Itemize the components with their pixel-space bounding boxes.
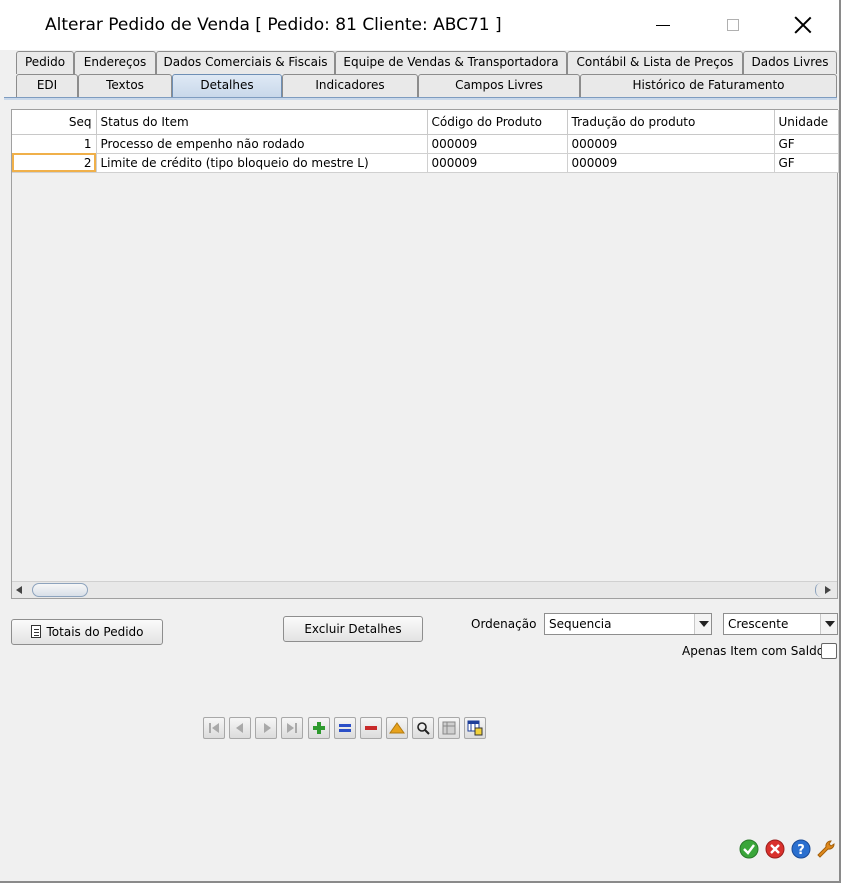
- cell-codigo[interactable]: 000009: [427, 153, 568, 173]
- filter-record-button[interactable]: [386, 717, 408, 739]
- ordenacao-value: Sequencia: [549, 617, 612, 631]
- tab-contabil[interactable]: Contábil & Lista de Preços: [567, 51, 743, 74]
- svg-text:?: ?: [797, 843, 805, 858]
- tab-dados-livres[interactable]: Dados Livres: [743, 51, 837, 74]
- triangle-up-icon: [389, 722, 405, 734]
- first-arrow-icon: [212, 723, 219, 733]
- column-header-traducao[interactable]: Tradução do produto: [567, 110, 775, 135]
- tab-dados-comerciais[interactable]: Dados Comerciais & Fiscais: [156, 51, 335, 74]
- chevron-down-icon[interactable]: [694, 614, 711, 634]
- cell-status[interactable]: Limite de crédito (tipo bloqueio do mest…: [96, 153, 428, 173]
- table-header-row: Seq Status do Item Código do Produto Tra…: [12, 110, 839, 135]
- scroll-thumb[interactable]: [32, 583, 88, 597]
- maximize-button[interactable]: [710, 8, 756, 42]
- tab-textos[interactable]: Textos: [78, 74, 172, 97]
- grid-icon: [442, 721, 456, 735]
- table-row[interactable]: 2 Limite de crédito (tipo bloqueio do me…: [12, 153, 839, 173]
- cell-unidade[interactable]: GF: [774, 134, 839, 154]
- cell-seq[interactable]: 1: [12, 134, 97, 154]
- cell-status[interactable]: Processo de empenho não rodado: [96, 134, 428, 154]
- close-button[interactable]: [780, 8, 826, 42]
- last-arrow-icon: [287, 723, 294, 733]
- cell-traducao[interactable]: 000009: [567, 134, 775, 154]
- minimize-icon: [656, 24, 670, 26]
- plus-icon: [313, 722, 325, 734]
- previous-icon: [236, 723, 243, 733]
- add-record-button[interactable]: [308, 717, 330, 739]
- equal-icon: [339, 724, 351, 732]
- wrench-icon[interactable]: [816, 839, 836, 859]
- next-record-button[interactable]: [255, 717, 277, 739]
- column-header-unidade[interactable]: Unidade: [774, 110, 839, 135]
- cell-seq[interactable]: 2: [12, 153, 97, 173]
- details-grid[interactable]: Seq Status do Item Código do Produto Tra…: [11, 109, 839, 599]
- tab-strip: Pedido Endereços Dados Comerciais & Fisc…: [0, 50, 839, 100]
- tab-divider: [4, 97, 837, 100]
- tab-campos-livres[interactable]: Campos Livres: [418, 74, 580, 97]
- scroll-thumb-end: [815, 583, 821, 597]
- scroll-left-icon[interactable]: [16, 586, 22, 594]
- maximize-icon: [727, 19, 739, 31]
- first-record-button[interactable]: [203, 717, 225, 739]
- search-record-button[interactable]: [412, 717, 434, 739]
- direcao-select[interactable]: Crescente: [723, 613, 838, 635]
- column-header-seq[interactable]: Seq: [12, 110, 97, 135]
- totais-pedido-button[interactable]: Totais do Pedido: [11, 619, 163, 645]
- first-icon: [209, 723, 211, 733]
- help-icon[interactable]: ?: [791, 839, 811, 859]
- column-header-codigo[interactable]: Código do Produto: [427, 110, 568, 135]
- ordenacao-select[interactable]: Sequencia: [544, 613, 712, 635]
- horizontal-scrollbar[interactable]: [12, 581, 837, 598]
- close-icon: [794, 16, 812, 34]
- edit-record-button[interactable]: [334, 717, 356, 739]
- tab-enderecos[interactable]: Endereços: [74, 51, 156, 74]
- totais-pedido-label: Totais do Pedido: [46, 625, 144, 639]
- details-table: Seq Status do Item Código do Produto Tra…: [12, 110, 839, 173]
- window-title: Alterar Pedido de Venda [ Pedido: 81 Cli…: [45, 15, 502, 35]
- last-icon: [295, 723, 297, 733]
- search-icon: [417, 722, 430, 735]
- minus-icon: [365, 726, 377, 730]
- cell-codigo[interactable]: 000009: [427, 134, 568, 154]
- table-row[interactable]: 1 Processo de empenho não rodado 000009 …: [12, 134, 839, 154]
- tab-edi[interactable]: EDI: [16, 74, 78, 97]
- last-record-button[interactable]: [281, 717, 303, 739]
- ok-icon[interactable]: [739, 839, 759, 859]
- ordenacao-label: Ordenação: [471, 617, 537, 631]
- cell-unidade[interactable]: GF: [774, 153, 839, 173]
- title-bar: Alterar Pedido de Venda [ Pedido: 81 Cli…: [0, 0, 839, 50]
- delete-record-button[interactable]: [360, 717, 382, 739]
- order-edit-window: Alterar Pedido de Venda [ Pedido: 81 Cli…: [0, 0, 841, 883]
- tab-historico-faturamento[interactable]: Histórico de Faturamento: [580, 74, 837, 97]
- tab-pedido[interactable]: Pedido: [16, 51, 74, 74]
- grid-view-button[interactable]: [438, 717, 460, 739]
- tab-indicadores[interactable]: Indicadores: [282, 74, 418, 97]
- export-grid-button[interactable]: [464, 717, 486, 739]
- tab-detalhes[interactable]: Detalhes: [172, 74, 282, 97]
- apenas-saldo-label: Apenas Item com Saldo: [682, 644, 825, 658]
- excluir-detalhes-button[interactable]: Excluir Detalhes: [283, 616, 423, 642]
- column-header-status[interactable]: Status do Item: [96, 110, 428, 135]
- chevron-down-icon[interactable]: [820, 614, 837, 634]
- table-export-icon: [467, 720, 483, 736]
- scroll-right-icon[interactable]: [825, 586, 831, 594]
- previous-record-button[interactable]: [229, 717, 251, 739]
- minimize-button[interactable]: [640, 8, 686, 42]
- cancel-icon[interactable]: [765, 839, 785, 859]
- tab-equipe-vendas[interactable]: Equipe de Vendas & Transportadora: [335, 51, 567, 74]
- apenas-saldo-checkbox[interactable]: [821, 643, 837, 659]
- direcao-value: Crescente: [728, 617, 789, 631]
- next-icon: [264, 723, 271, 733]
- document-icon: [30, 625, 41, 638]
- cell-traducao[interactable]: 000009: [567, 153, 775, 173]
